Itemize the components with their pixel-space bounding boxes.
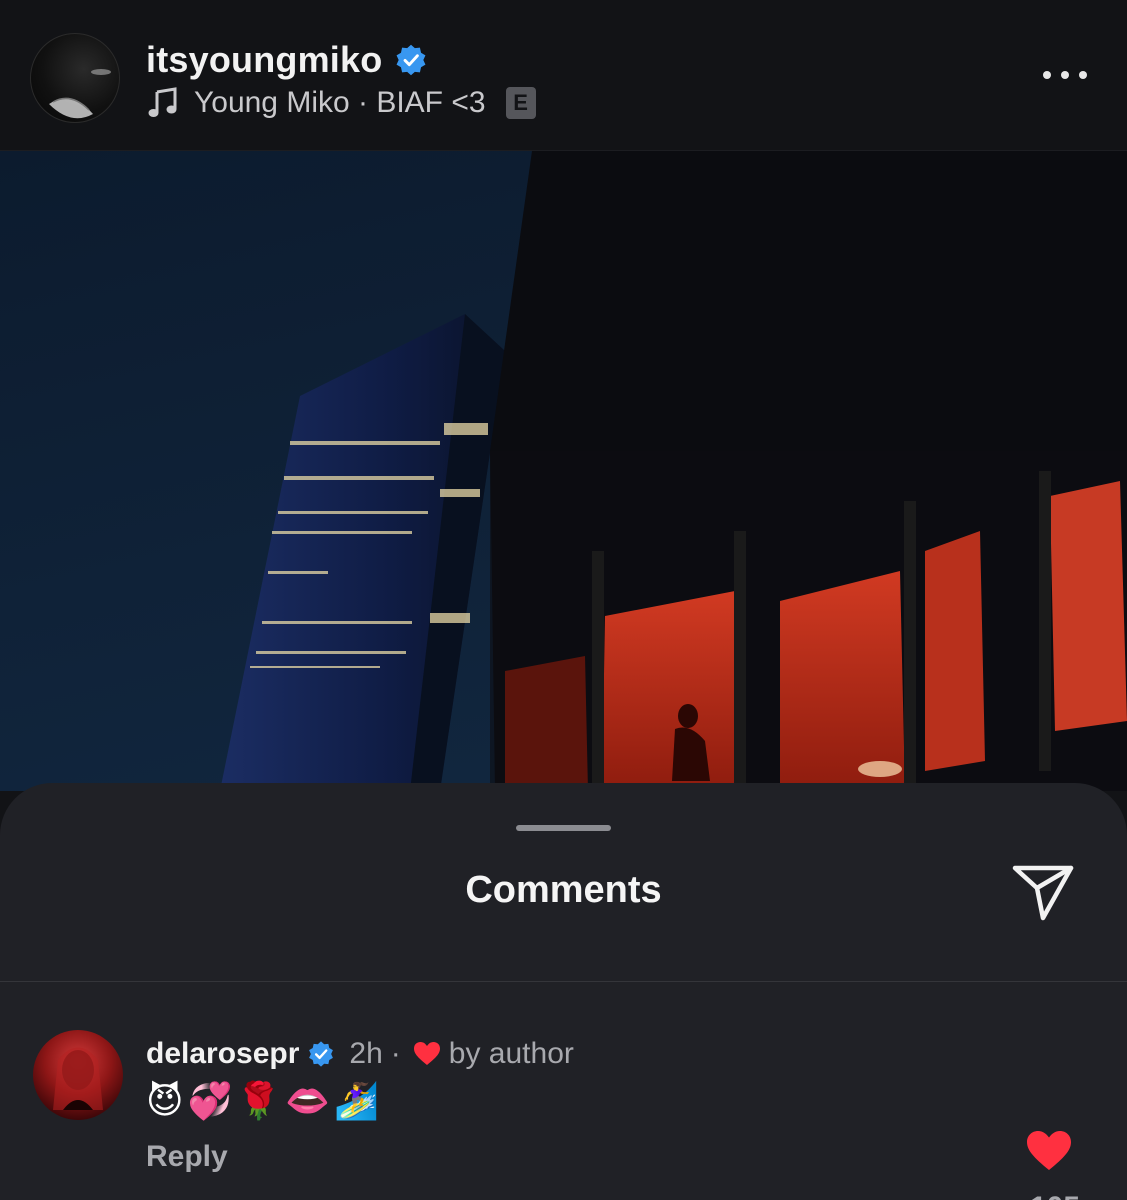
verified-badge-icon xyxy=(309,1041,334,1067)
comment-timestamp: 2h xyxy=(349,1037,383,1070)
explicit-badge: E xyxy=(505,87,536,119)
more-horizontal-icon xyxy=(1043,71,1051,79)
reply-button[interactable]: Reply xyxy=(146,1140,228,1174)
paper-plane-icon[interactable] xyxy=(1010,861,1076,923)
comment-text: 😈💞🌹👄🏄‍♀️ xyxy=(146,1081,383,1122)
heart-icon xyxy=(413,1042,440,1065)
sheet-drag-handle[interactable] xyxy=(516,825,611,831)
post-photo[interactable] xyxy=(0,151,1127,791)
comment-separator: · xyxy=(390,1037,401,1070)
commenter-avatar[interactable] xyxy=(33,1030,123,1120)
more-options-button[interactable] xyxy=(1043,62,1087,88)
author-row: itsyoungmiko xyxy=(146,38,428,82)
comments-title: Comments xyxy=(465,869,662,911)
comments-sheet: Comments delarosepr 2h · by author 😈💞🌹👄🏄… xyxy=(0,783,1127,1200)
post-header: itsyoungmiko Young Miko · BIAF <3 E xyxy=(0,0,1127,151)
verified-badge-icon xyxy=(396,44,426,76)
author-username[interactable]: itsyoungmiko xyxy=(146,39,382,81)
music-label: Young Miko · BIAF <3 xyxy=(194,86,486,119)
sheet-divider xyxy=(0,981,1127,982)
comment-header: delarosepr 2h · by author xyxy=(146,1034,574,1074)
author-avatar[interactable] xyxy=(30,33,120,123)
liked-by-author-label: by author xyxy=(448,1037,574,1070)
music-row[interactable]: Young Miko · BIAF <3 E xyxy=(146,84,536,122)
like-count: 105 xyxy=(1000,1191,1080,1200)
commenter-username[interactable]: delarosepr xyxy=(146,1037,299,1071)
comment-item: delarosepr 2h · by author 😈💞🌹👄🏄‍♀️ Reply… xyxy=(0,1028,1127,1200)
post-screen: itsyoungmiko Young Miko · BIAF <3 E Comm… xyxy=(0,0,1127,1200)
heart-icon[interactable] xyxy=(1026,1130,1072,1172)
music-note-icon xyxy=(148,87,177,117)
